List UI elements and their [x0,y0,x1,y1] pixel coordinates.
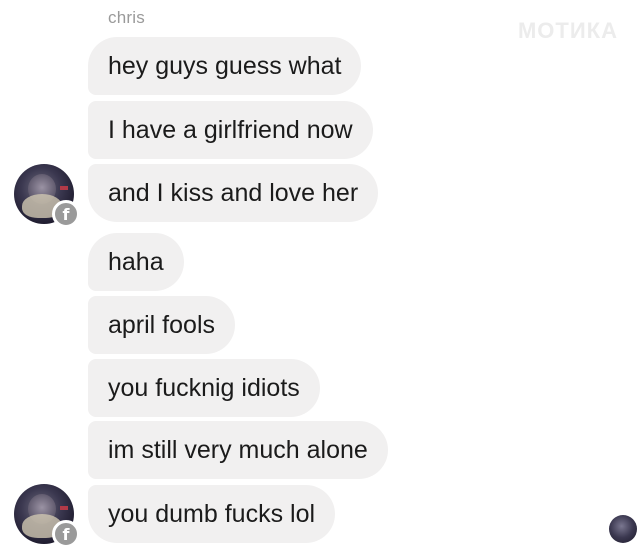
facebook-icon: f [52,520,80,548]
facebook-icon: f [52,200,80,228]
message-bubble[interactable]: haha [88,233,184,291]
sender-avatar[interactable]: f [14,484,80,548]
sender-name: chris [108,8,145,27]
message-bubble[interactable]: you fucknig idiots [88,359,320,417]
message-bubble[interactable]: and I kiss and love her [88,164,379,222]
message-bubble[interactable]: you dumb fucks lol [88,485,336,543]
message-bubble[interactable]: april fools [88,296,235,354]
message-bubble[interactable]: im still very much alone [88,421,388,479]
avatar-accent [60,506,68,510]
avatar-accent [60,186,68,190]
message-bubble[interactable]: hey guys guess what [88,37,362,95]
watermark: МОТИКА [517,18,618,43]
message-bubble[interactable]: I have a girlfriend now [88,101,373,159]
seen-avatar-icon [609,515,637,543]
sender-avatar[interactable]: f [14,164,80,228]
